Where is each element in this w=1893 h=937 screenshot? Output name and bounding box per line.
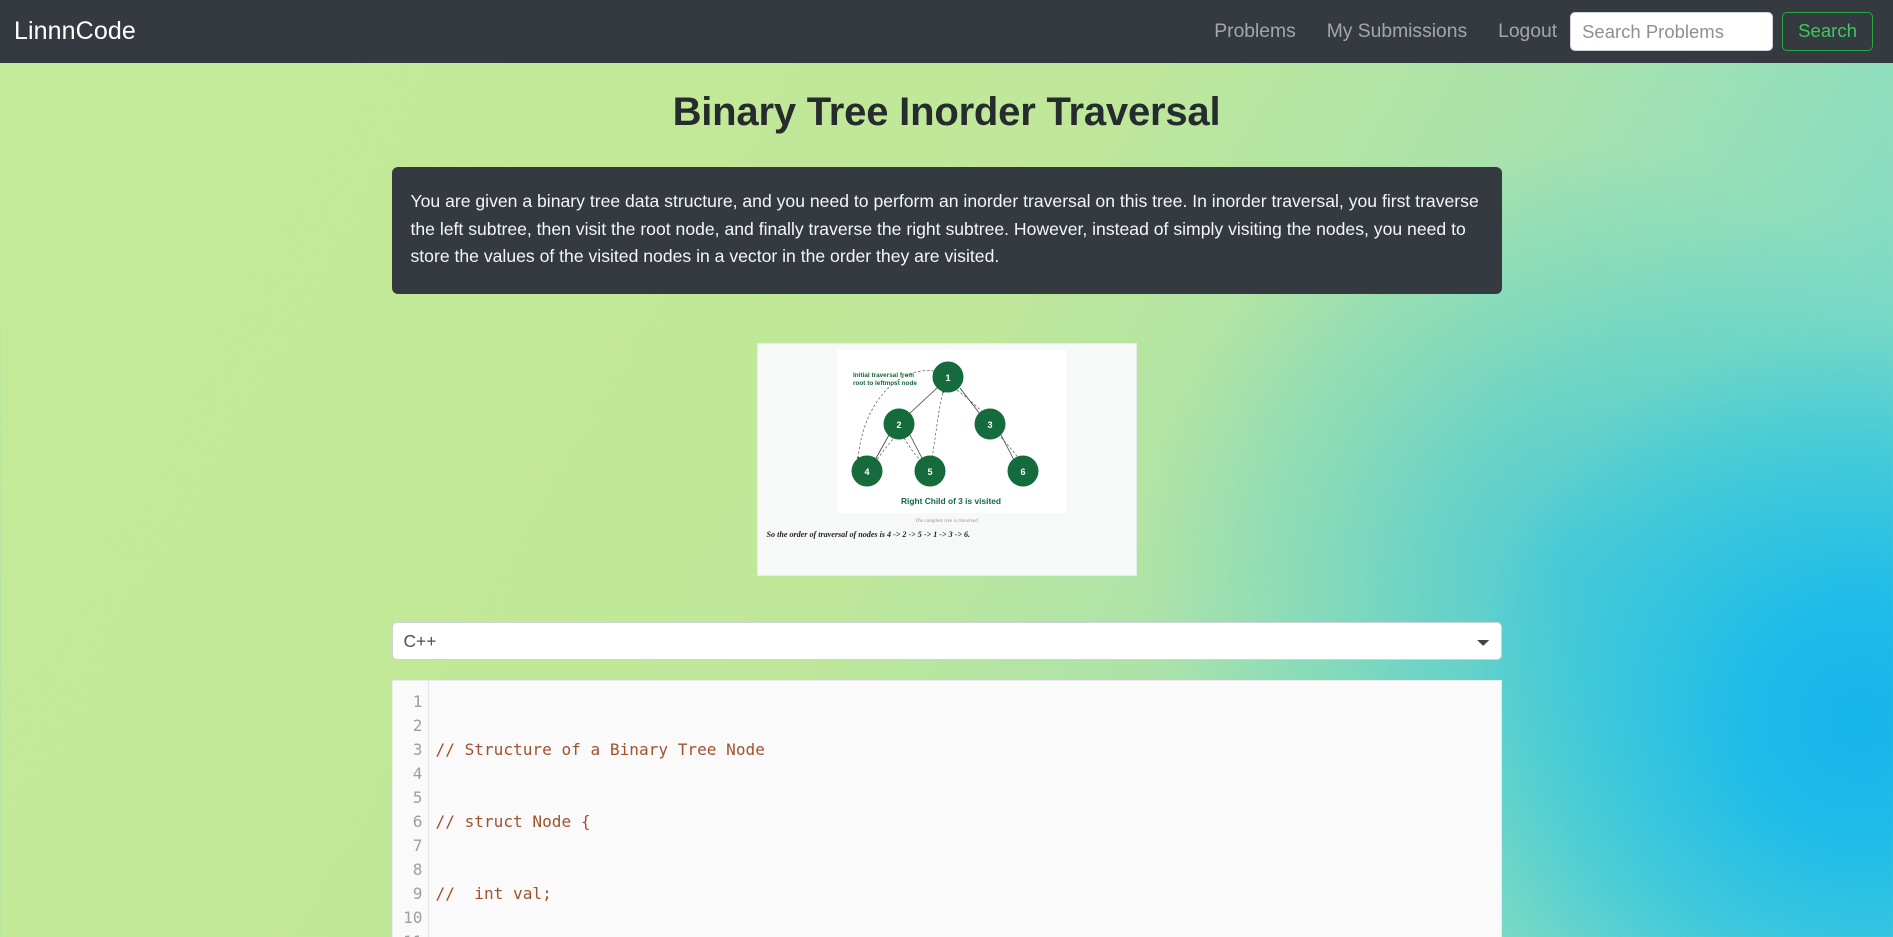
page-body: Binary Tree Inorder Traversal You are gi… (0, 90, 1893, 937)
language-row: C++ Java Python (391, 621, 1502, 660)
line-number: 11 (393, 930, 428, 937)
svg-text:5: 5 (927, 467, 932, 477)
code-editor[interactable]: 1 2 3 4 5 6 7 8 9 10 11 // Structure of … (391, 679, 1502, 937)
svg-text:6: 6 (1020, 467, 1025, 477)
nav-link-problems[interactable]: Problems (1214, 21, 1295, 43)
line-number: 9 (412, 884, 423, 904)
code-line: // struct Node { (435, 812, 591, 832)
nav-link-logout[interactable]: Logout (1498, 21, 1557, 43)
line-number: 2 (412, 715, 423, 735)
svg-text:1: 1 (945, 373, 950, 383)
figure-sub-caption: The complete tree is traversed (915, 517, 978, 524)
figure-order-caption: So the order of traversal of nodes is 4 … (766, 529, 971, 539)
tree-traversal-figure: 1 2 3 4 5 6 Initial traversal from root … (756, 342, 1137, 576)
figure-annotation-line1: Initial traversal from (853, 372, 914, 379)
svg-text:3: 3 (987, 420, 992, 430)
binary-tree-diagram: 1 2 3 4 5 6 Initial traversal from root … (851, 361, 1038, 506)
page-title: Binary Tree Inorder Traversal (672, 90, 1221, 134)
editor-line-numbers: 1 2 3 4 5 6 7 8 9 10 11 (392, 680, 429, 937)
svg-text:2: 2 (896, 420, 901, 430)
top-navbar: LinnnCode Problems My Submissions Logout… (0, 0, 1893, 63)
line-number: 8 (412, 860, 423, 880)
code-line: // Structure of a Binary Tree Node (435, 739, 765, 759)
language-select[interactable]: C++ Java Python (391, 621, 1502, 660)
code-line: // int val; (435, 884, 552, 904)
search-button[interactable]: Search (1782, 12, 1873, 51)
line-number: 7 (412, 836, 423, 856)
line-number: 4 (412, 763, 423, 783)
svg-text:4: 4 (864, 467, 869, 477)
line-number: 10 (403, 908, 423, 928)
brand-logo[interactable]: LinnnCode (14, 17, 136, 46)
nav-links: Problems My Submissions Logout (1214, 21, 1557, 43)
search-form: Search (1570, 12, 1873, 51)
search-input[interactable] (1570, 12, 1774, 51)
figure-step-label: Right Child of 3 is visited (900, 496, 1000, 506)
line-number: 5 (412, 788, 423, 808)
line-number: 1 (412, 691, 423, 711)
problem-description-card: You are given a binary tree data structu… (391, 167, 1502, 294)
line-number: 6 (412, 812, 423, 832)
nav-link-my-submissions[interactable]: My Submissions (1327, 21, 1467, 43)
figure-annotation-line2: root to leftmost node (853, 380, 917, 387)
problem-description-text: You are given a binary tree data structu… (410, 191, 1479, 267)
editor-code-content[interactable]: // Structure of a Binary Tree Node // st… (429, 681, 1501, 937)
line-number: 3 (412, 739, 423, 759)
figure-wrap: 1 2 3 4 5 6 Initial traversal from root … (392, 342, 1502, 576)
content-container: You are given a binary tree data structu… (391, 167, 1502, 937)
